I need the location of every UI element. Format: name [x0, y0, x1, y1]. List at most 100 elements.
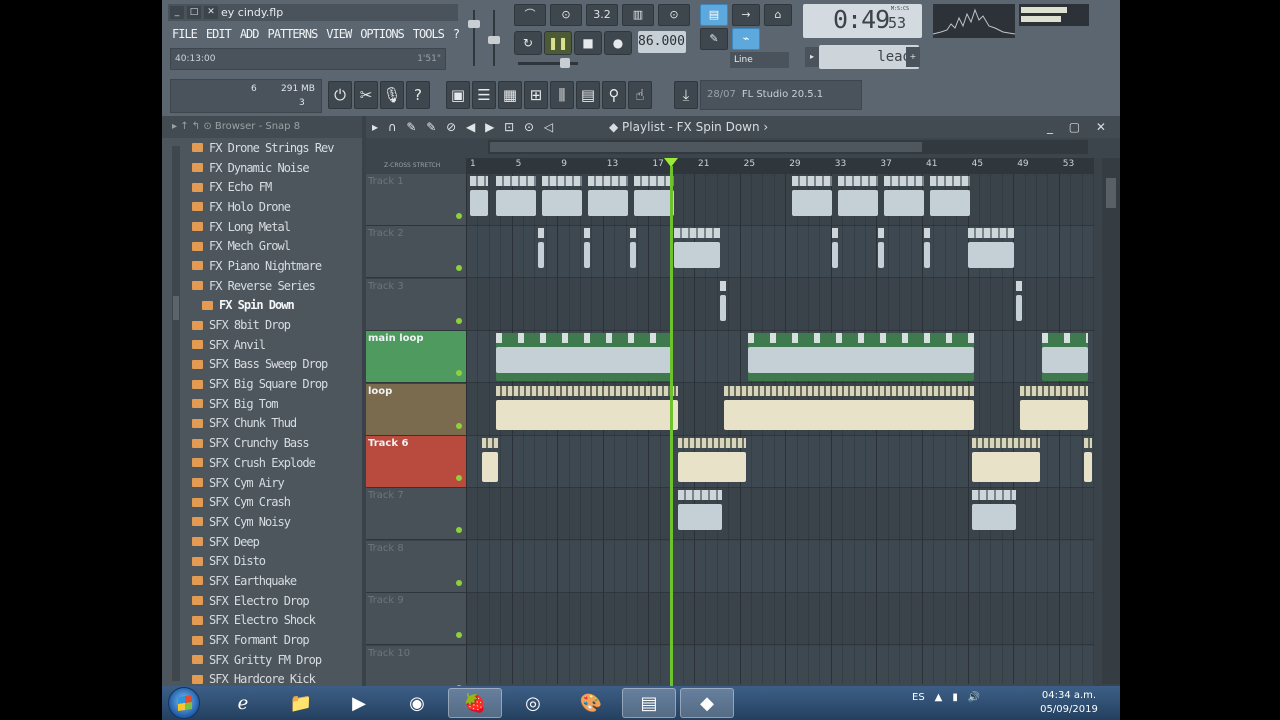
browser-item[interactable]: FX Mech Growl [192, 236, 334, 256]
pencil-tool-button[interactable]: ✎ [700, 28, 728, 50]
snap-button[interactable]: → [732, 4, 760, 26]
menu-add[interactable]: ADD [240, 24, 260, 44]
browser-item[interactable]: SFX Cym Noisy [192, 512, 334, 532]
minimize-button[interactable]: _ [170, 6, 184, 19]
channel-rack-icon[interactable]: ☰ [472, 81, 496, 109]
help-icon[interactable]: ? [406, 81, 430, 109]
wait-button[interactable]: ⊙ [550, 4, 582, 26]
plugin-icon[interactable]: ⚲ [602, 81, 626, 109]
menu-tools[interactable]: TOOLS [413, 24, 445, 44]
menu-help[interactable]: ? [453, 24, 460, 44]
app2-icon[interactable]: ◆ [680, 688, 734, 718]
browser-item[interactable]: SFX Gritty FM Drop [192, 650, 334, 670]
track-lane[interactable] [466, 331, 1094, 384]
master-pitch-slider[interactable] [486, 6, 502, 70]
track-mute-led[interactable] [456, 632, 462, 639]
browser-item[interactable]: SFX 8bit Drop [192, 315, 334, 335]
track-mute-led[interactable] [456, 527, 462, 534]
browser-item[interactable]: SFX Big Square Drop [192, 374, 334, 394]
browser-item[interactable]: SFX Formant Drop [192, 630, 334, 650]
loop-record-button[interactable]: ⊙ [658, 4, 690, 26]
browser-item[interactable]: SFX Anvil [192, 335, 334, 355]
browser-icon[interactable]: ⊞ [524, 81, 548, 109]
browser-item[interactable]: FX Piano Nightmare [192, 256, 334, 276]
clock[interactable]: 04:34 a.m. 05/09/2019 [1034, 689, 1104, 717]
pattern-song-toggle[interactable]: ↻ [514, 31, 542, 55]
track-header[interactable]: loop [366, 383, 466, 436]
mixer-icon[interactable]: ⫼ [550, 81, 574, 109]
track-lane[interactable] [466, 488, 1094, 541]
song-time-display[interactable]: 0:49 M:S:CS 53 [803, 4, 922, 38]
track-lane[interactable] [466, 279, 1094, 331]
track-mute-led[interactable] [456, 317, 462, 324]
browser-item[interactable]: FX Dynamic Noise [192, 158, 334, 178]
track-header[interactable]: Track 2 [366, 226, 466, 279]
countdown-button[interactable]: 3.2 [586, 4, 618, 26]
pattern-selector[interactable]: lead [819, 45, 919, 69]
menu-view[interactable]: VIEW [326, 24, 352, 44]
track-header[interactable]: Track 9 [366, 593, 466, 646]
chrome-icon[interactable]: ◉ [390, 688, 444, 718]
network-icon[interactable]: ▮ [952, 692, 958, 703]
track-header[interactable]: Track 7 [366, 488, 466, 541]
playlist-tools[interactable]: ▸ ∩ ✎ ✎ ⊘ ◀ ▶ ⊡ ⊙ ◁ [372, 116, 556, 138]
track-lane[interactable] [466, 540, 1094, 593]
mic-icon[interactable]: 🎙 [380, 81, 404, 109]
metronome-button[interactable]: ⌒ [514, 4, 546, 26]
browser-scrollbar[interactable] [172, 146, 180, 681]
track-lane[interactable] [466, 174, 1094, 226]
folder-icon[interactable]: 📁 [274, 688, 328, 718]
tray-arrow-icon[interactable]: ▲ [935, 692, 943, 703]
menu-patterns[interactable]: PATTERNS [268, 24, 319, 44]
pattern-prev-button[interactable]: ▸ [805, 47, 819, 67]
play-button[interactable]: ❚❚ [544, 31, 572, 55]
track-lane[interactable] [466, 384, 1094, 436]
stop-button[interactable]: ■ [574, 31, 602, 55]
browser-item[interactable]: FX Reverse Series [192, 276, 334, 296]
volume-icon[interactable]: 🔊 [968, 692, 980, 703]
track-header[interactable]: main loop [366, 331, 466, 384]
horizontal-scrollbar[interactable] [488, 140, 1088, 154]
browser-item[interactable]: SFX Chunk Thud [192, 414, 334, 434]
record-button[interactable]: ● [604, 31, 632, 55]
playlist-window-controls[interactable]: _ ▢ ✕ [1047, 116, 1112, 138]
track-mute-led[interactable] [456, 422, 462, 429]
browser-item[interactable]: SFX Deep [192, 532, 334, 552]
cut-icon[interactable]: ✂ [354, 81, 378, 109]
track-mute-led[interactable] [456, 370, 462, 377]
browser-item[interactable]: SFX Bass Sweep Drop [192, 355, 334, 375]
vertical-scrollbar[interactable] [1102, 158, 1120, 684]
browser-item[interactable]: SFX Electro Shock [192, 611, 334, 631]
timeline-ruler[interactable]: 1 5 9 13 17 21 25 29 33 37 41 45 49 53 [466, 158, 1094, 174]
track-lane[interactable] [466, 593, 1094, 646]
menu-file[interactable]: FILE [172, 24, 198, 44]
close-button[interactable]: ✕ [204, 6, 218, 19]
maximize-button[interactable]: □ [187, 6, 201, 19]
link-button[interactable]: ⌁ [732, 28, 760, 50]
browser-item[interactable]: FX Spin Down [192, 296, 334, 316]
browser-item[interactable]: SFX Cym Crash [192, 492, 334, 512]
ie-icon[interactable]: ℯ [216, 688, 270, 718]
piano-roll-icon[interactable]: ▦ [498, 81, 522, 109]
browser-item[interactable]: FX Long Metal [192, 217, 334, 237]
paint-icon[interactable]: 🎨 [564, 688, 618, 718]
track-mute-led[interactable] [456, 579, 462, 586]
power-icon[interactable]: ⏻ [328, 81, 352, 109]
browser-item[interactable]: FX Drone Strings Rev [192, 138, 334, 158]
progress-knob[interactable] [560, 58, 570, 68]
media-icon[interactable]: ▶ [332, 688, 386, 718]
track-header[interactable]: Track 8 [366, 540, 466, 593]
tempo-display[interactable]: 86.000 [638, 31, 686, 53]
track-lane[interactable] [466, 226, 1094, 279]
browser-item[interactable]: FX Echo FM [192, 177, 334, 197]
browser-item[interactable]: SFX Crunchy Bass [192, 433, 334, 453]
menu-options[interactable]: OPTIONS [360, 24, 405, 44]
recording-filter-button[interactable]: ⌂ [764, 4, 792, 26]
pattern-add-button[interactable]: + [906, 47, 920, 67]
browser-item[interactable]: SFX Cym Airy [192, 473, 334, 493]
language-indicator[interactable]: ES [912, 692, 925, 703]
browser-item[interactable]: SFX Disto [192, 551, 334, 571]
browser-item[interactable]: FX Holo Drone [192, 197, 334, 217]
line-mode-select[interactable]: Line [730, 52, 789, 68]
app-icon[interactable]: ◎ [506, 688, 560, 718]
